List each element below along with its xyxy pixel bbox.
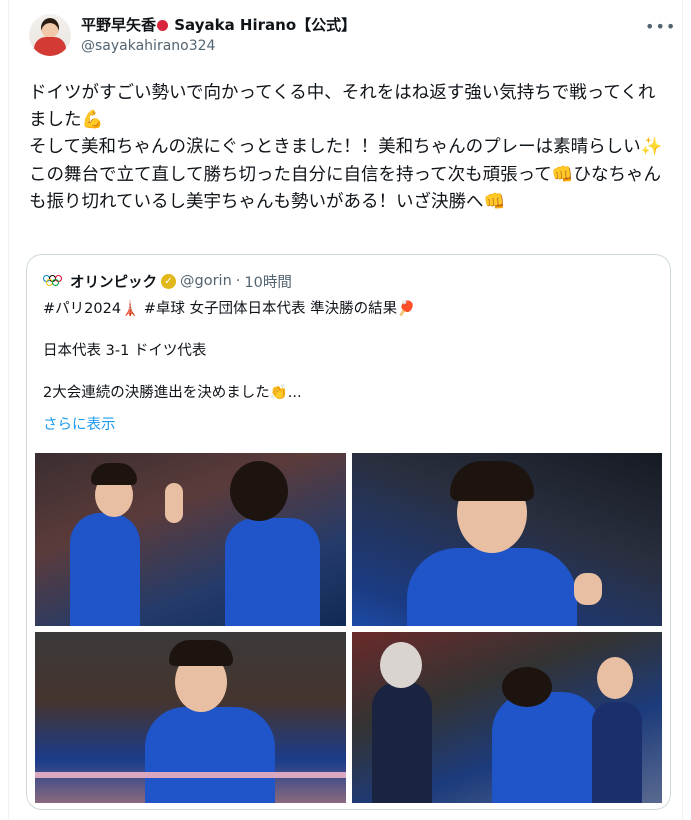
author-name-main: 平野早矢香 [81, 16, 157, 34]
author-name[interactable]: 平野早矢香 Sayaka Hirano【公式】 [81, 14, 356, 35]
player-hair [450, 461, 534, 501]
player-figure [492, 692, 602, 803]
player-figure [592, 702, 642, 803]
more-options-icon[interactable]: ••• [645, 17, 676, 36]
quoted-author-handle[interactable]: @gorin [180, 273, 232, 289]
quoted-tweet[interactable]: オリンピック ✓ @gorin · 10時間 #パリ2024🗼 #卓球 女子団体… [26, 254, 671, 810]
avatar-face [41, 18, 59, 38]
author-name-suffix: Sayaka Hirano【公式】 [174, 16, 357, 34]
player-hair [169, 640, 233, 666]
player-figure [407, 548, 577, 626]
player-hair [502, 667, 552, 707]
photo-tears[interactable] [35, 632, 346, 803]
author-handle[interactable]: @sayakahirano324 [81, 38, 215, 54]
avatar-shirt [34, 37, 66, 56]
player-hair [91, 463, 137, 485]
player-hands [165, 483, 183, 523]
quoted-author-name[interactable]: オリンピック [70, 271, 157, 292]
photo-celebration[interactable] [352, 453, 662, 626]
table-edge [35, 772, 346, 778]
coach-head [380, 642, 422, 688]
quoted-header: オリンピック ✓ @gorin · 10時間 [43, 271, 292, 291]
player-figure [145, 707, 275, 803]
player-figure [225, 518, 320, 626]
player-hair [230, 461, 288, 521]
coach-figure [372, 682, 432, 803]
photo-grid [35, 453, 662, 803]
olympic-rings-icon [43, 275, 63, 287]
ping-pong-paddle-icon [157, 20, 169, 31]
show-more-link[interactable]: さらに表示 [43, 413, 116, 434]
player-face [597, 657, 633, 699]
quoted-text: #パリ2024🗼 #卓球 女子団体日本代表 準決勝の結果🏓 日本代表 3-1 ド… [43, 301, 416, 401]
verified-badge-icon: ✓ [161, 273, 176, 289]
avatar[interactable] [29, 14, 71, 56]
tweet-card[interactable]: 平野早矢香 Sayaka Hirano【公式】 @sayakahirano324… [8, 0, 683, 820]
quoted-timestamp[interactable]: 10時間 [244, 271, 291, 292]
player-figure [70, 513, 140, 626]
photo-team-hug[interactable] [352, 632, 662, 803]
quoted-separator: · [235, 273, 241, 289]
photo-high-five[interactable] [35, 453, 346, 626]
tweet-text: ドイツがすごい勢いで向かってくる中、それをはね返す強い気持ちで戦ってくれました💪… [29, 83, 663, 212]
player-fist [574, 573, 602, 605]
